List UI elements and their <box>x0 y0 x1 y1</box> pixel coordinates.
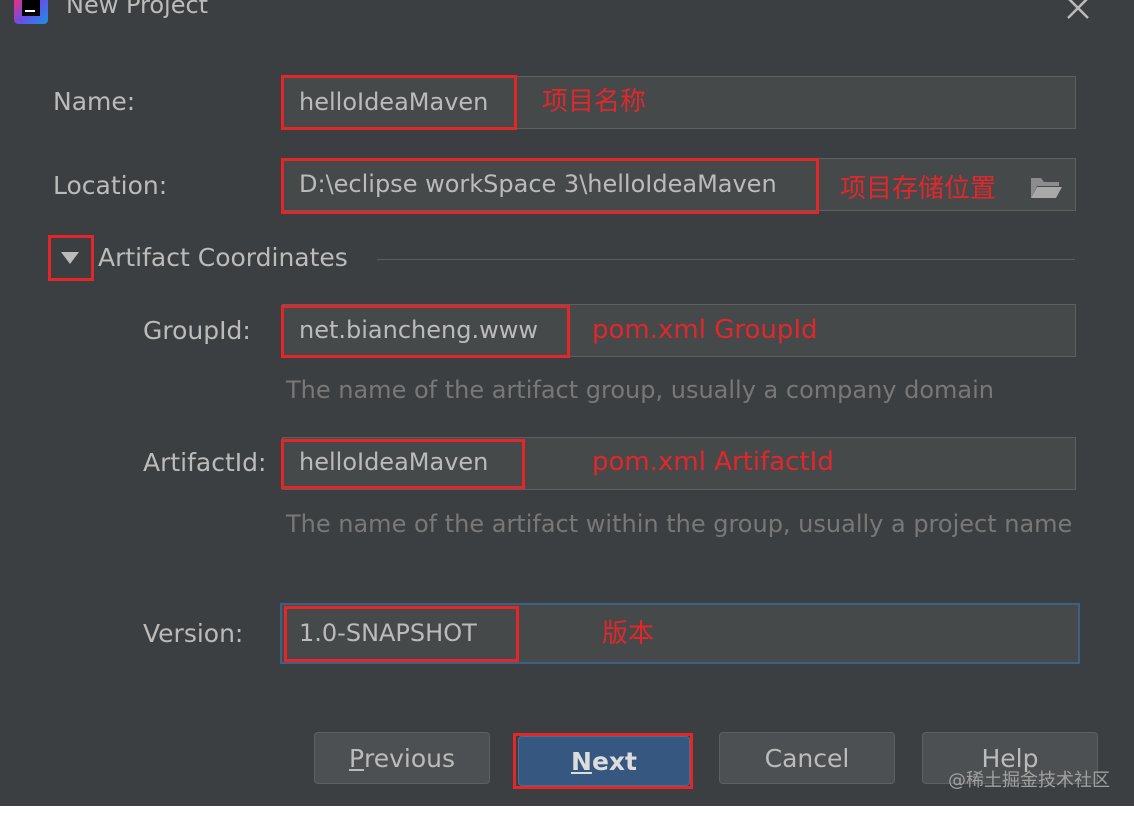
annotation-note-version: 版本 <box>602 619 655 649</box>
cancel-button[interactable]: Cancel <box>719 732 895 784</box>
version-input-value: 1.0-SNAPSHOT <box>299 619 477 647</box>
annotation-box-next <box>513 733 693 789</box>
location-input-value: D:\eclipse workSpace 3\helloIdeaMaven <box>299 170 777 198</box>
location-label: Location: <box>53 171 168 200</box>
artifactid-label: ArtifactId: <box>143 448 267 477</box>
bottom-strip <box>0 806 1134 813</box>
annotation-note-artifactid: pom.xml ArtifactId <box>592 447 834 477</box>
intellij-idea-icon <box>14 0 48 24</box>
section-divider <box>377 259 1075 260</box>
groupid-hint: The name of the artifact group, usually … <box>286 376 994 404</box>
previous-button[interactable]: Previous <box>314 732 490 784</box>
section-title-artifact-coordinates[interactable]: Artifact Coordinates <box>98 241 348 275</box>
annotation-note-groupid: pom.xml GroupId <box>592 315 818 345</box>
name-label: Name: <box>53 87 136 116</box>
annotation-note-name: 项目名称 <box>542 87 647 117</box>
artifactid-hint: The name of the artifact within the grou… <box>286 510 1073 538</box>
previous-label: revious <box>364 743 456 773</box>
watermark: @稀土掘金技术社区 <box>948 770 1110 791</box>
artifactid-input-value: helloIdeaMaven <box>299 448 489 476</box>
name-input-value: helloIdeaMaven <box>299 88 489 116</box>
window-title: New Project <box>66 0 209 19</box>
version-label: Version: <box>143 619 244 648</box>
close-icon[interactable] <box>1064 0 1092 22</box>
title-bar: New Project <box>0 0 1134 30</box>
groupid-input-value: net.biancheng.www <box>299 316 538 344</box>
annotation-note-location: 项目存储位置 <box>840 174 997 204</box>
previous-mnemonic: P <box>348 743 365 773</box>
triangle-down-icon[interactable] <box>60 251 80 265</box>
folder-icon[interactable] <box>1029 174 1063 200</box>
groupid-label: GroupId: <box>143 316 251 345</box>
